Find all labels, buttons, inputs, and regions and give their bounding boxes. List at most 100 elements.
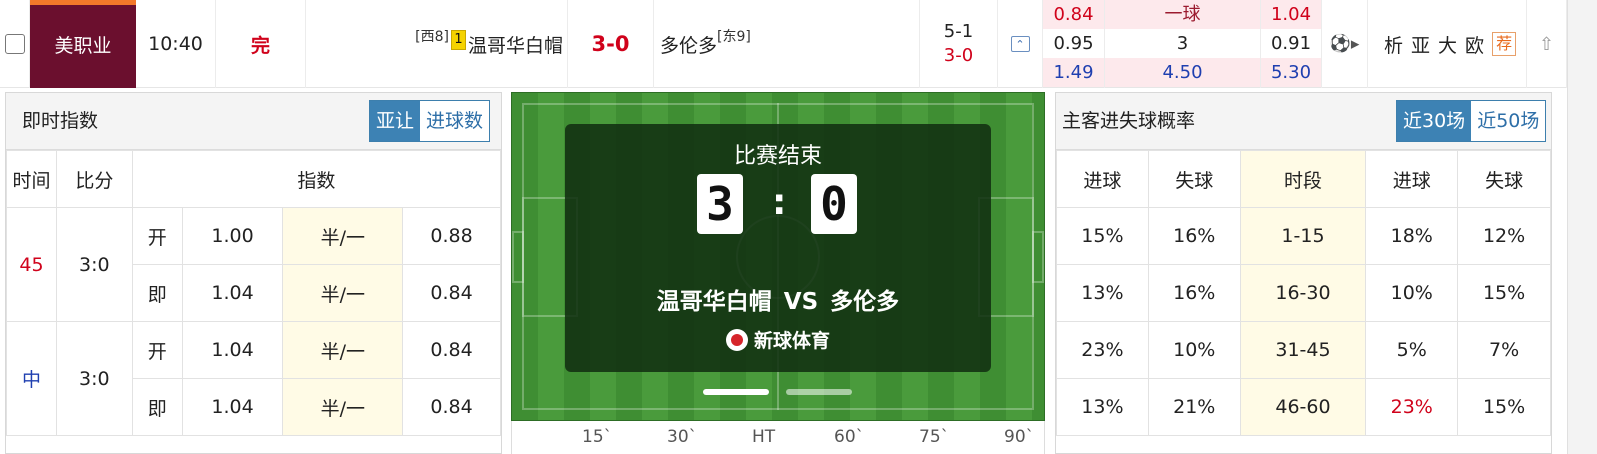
col-header-home-conceded: 失球 xyxy=(1147,150,1241,208)
link-asian[interactable]: 亚 xyxy=(1411,31,1430,58)
carousel-dot[interactable] xyxy=(786,389,852,395)
goal-prob-title: 主客进失球概率 xyxy=(1062,110,1196,132)
match-finished-label: 比赛结束 xyxy=(733,144,822,169)
score-cell: 3:0 xyxy=(55,321,133,436)
away-scored-pct: 18% xyxy=(1365,207,1459,265)
handicap: 半/一 xyxy=(282,264,404,322)
match-row[interactable]: 美职业 10:40 完 [西8] 1 温哥华白帽 3-0 多伦多 [东9] 5-… xyxy=(0,0,1597,88)
odds-value: 0.91 xyxy=(1270,33,1312,54)
match-score[interactable]: 3-0 xyxy=(568,0,654,88)
left-goal xyxy=(512,231,524,283)
odds-col-away[interactable]: 1.04 0.91 5.30 xyxy=(1261,0,1322,88)
away-rank: [东9] xyxy=(717,29,751,45)
home-odds: 1.04 xyxy=(181,264,284,322)
pin-top-icon[interactable]: ⇧ xyxy=(1539,34,1554,55)
tab-total-goals[interactable]: 进球数 xyxy=(420,101,490,141)
col-header-time: 时间 xyxy=(6,150,57,208)
away-odds: 0.88 xyxy=(402,207,501,265)
link-european[interactable]: 欧 xyxy=(1465,31,1484,58)
odds-type: 即 xyxy=(131,378,183,436)
score-cell: 3:0 xyxy=(55,207,133,322)
tab-last-30[interactable]: 近30场 xyxy=(1397,101,1472,141)
final-score-overlay: 比赛结束 3 : 0 温哥华白帽 VS 多伦多 新球体育 xyxy=(565,124,991,372)
away-scored-pct: 23% xyxy=(1365,378,1459,436)
col-header-home-scored: 进球 xyxy=(1056,150,1149,208)
away-scored-pct: 10% xyxy=(1365,264,1459,322)
col-header-period: 时段 xyxy=(1239,150,1367,208)
away-team-name[interactable]: 多伦多 xyxy=(660,31,717,58)
league-badge[interactable]: 美职业 xyxy=(30,0,136,88)
away-conceded-pct: 7% xyxy=(1457,321,1551,379)
half-time-score: 3-0 xyxy=(943,45,974,66)
table-row: 15% 16% 1-15 18% 12% xyxy=(1056,207,1551,265)
play-arrow-icon[interactable]: ▸ xyxy=(1351,34,1360,54)
home-score-digit: 3 xyxy=(697,174,743,234)
col-header-odds: 指数 xyxy=(131,150,502,208)
match-checkbox[interactable] xyxy=(4,34,25,54)
odds-value: 1.04 xyxy=(1261,0,1321,29)
odds-value: 一球 xyxy=(1105,0,1260,29)
away-conceded-pct: 15% xyxy=(1457,378,1551,436)
handicap: 半/一 xyxy=(282,207,404,265)
scrollbar[interactable] xyxy=(1567,0,1597,454)
link-overunder[interactable]: 大 xyxy=(1438,31,1457,58)
odds-value: 4.50 xyxy=(1105,58,1260,87)
odds-value: 0.84 xyxy=(1043,0,1104,29)
timeline-tick: 15` xyxy=(582,427,613,447)
live-odds-header: 即时指数 亚让 进球数 xyxy=(6,93,501,150)
match-timeline: 15` 30` HT 60` 75` 90` xyxy=(511,421,1045,454)
soccer-ball-icon[interactable]: ⚽ xyxy=(1330,34,1351,54)
period-label: 46-60 xyxy=(1239,378,1367,436)
handicap: 半/一 xyxy=(282,321,404,379)
pin-cell: ⇧ xyxy=(1527,0,1567,88)
odds-type: 即 xyxy=(131,264,183,322)
live-odds-panel: 即时指数 亚让 进球数 时间 比分 指数 45 3:0 开 1.00 半/一 0… xyxy=(5,92,502,454)
minute-cell: 中 xyxy=(6,321,57,436)
table-header-row: 进球 失球 时段 进球 失球 xyxy=(1056,150,1551,208)
away-odds: 0.84 xyxy=(402,321,501,379)
goal-prob-tabs: 近30场 近50场 xyxy=(1396,100,1547,142)
brand-name: 新球体育 xyxy=(753,330,830,352)
odds-value: 3 xyxy=(1176,33,1189,54)
link-analysis[interactable]: 析 xyxy=(1384,31,1403,58)
timeline-tick: 30` xyxy=(667,427,698,447)
table-header-row: 时间 比分 指数 xyxy=(6,150,502,208)
timeline-tick: 60` xyxy=(834,427,865,447)
match-time: 10:40 xyxy=(136,0,216,88)
away-team-cell[interactable]: 多伦多 [东9] xyxy=(654,0,920,88)
goal-probability-panel: 主客进失球概率 近30场 近50场 进球 失球 时段 进球 失球 15% 16%… xyxy=(1055,92,1552,454)
away-score-digit: 0 xyxy=(811,174,857,234)
home-team-name[interactable]: 温哥华白帽 xyxy=(468,31,563,58)
live-cell: ⚽ ▸ xyxy=(1322,0,1368,88)
carousel-dot-active[interactable] xyxy=(703,389,769,395)
goal-prob-table: 进球 失球 时段 进球 失球 15% 16% 1-15 18% 12% 13% … xyxy=(1056,150,1551,436)
odds-col-line[interactable]: 一球 3 4.50 xyxy=(1105,0,1261,88)
table-row: 23% 10% 31-45 5% 7% xyxy=(1056,321,1551,379)
period-label: 31-45 xyxy=(1239,321,1367,379)
league-accent-bar xyxy=(30,0,136,5)
score-separator: : xyxy=(772,182,787,223)
recommend-badge[interactable]: 荐 xyxy=(1492,32,1517,56)
home-rank: [西8] xyxy=(415,29,449,45)
away-odds: 0.84 xyxy=(402,378,501,436)
live-odds-title: 即时指数 xyxy=(22,110,99,132)
away-odds: 0.84 xyxy=(402,264,501,322)
goal-prob-header: 主客进失球概率 近30场 近50场 xyxy=(1056,93,1551,150)
odds-col-home[interactable]: 0.84 0.95 1.49 xyxy=(1043,0,1105,88)
match-status: 完 xyxy=(216,0,306,88)
handicap: 半/一 xyxy=(282,378,404,436)
tab-last-50[interactable]: 近50场 xyxy=(1471,101,1546,141)
home-team-cell[interactable]: [西8] 1 温哥华白帽 xyxy=(306,0,568,88)
home-odds: 1.00 xyxy=(181,207,284,265)
odds-value: 1.49 xyxy=(1043,58,1104,87)
minute-cell: 45 xyxy=(6,207,57,322)
analysis-links: 析 亚 大 欧 荐 xyxy=(1368,0,1527,88)
table-row: 中 3:0 开 1.04 半/一 0.84 xyxy=(6,321,501,436)
collapse-icon[interactable]: ⌃ xyxy=(1010,36,1030,52)
home-odds: 1.04 xyxy=(181,378,284,436)
teams-vs-line: 温哥华白帽 VS 多伦多 xyxy=(656,289,900,315)
odds-type: 开 xyxy=(131,321,183,379)
match-select-cell xyxy=(0,0,30,88)
tab-asian-handicap[interactable]: 亚让 xyxy=(370,101,421,141)
home-conceded-pct: 21% xyxy=(1147,378,1241,436)
